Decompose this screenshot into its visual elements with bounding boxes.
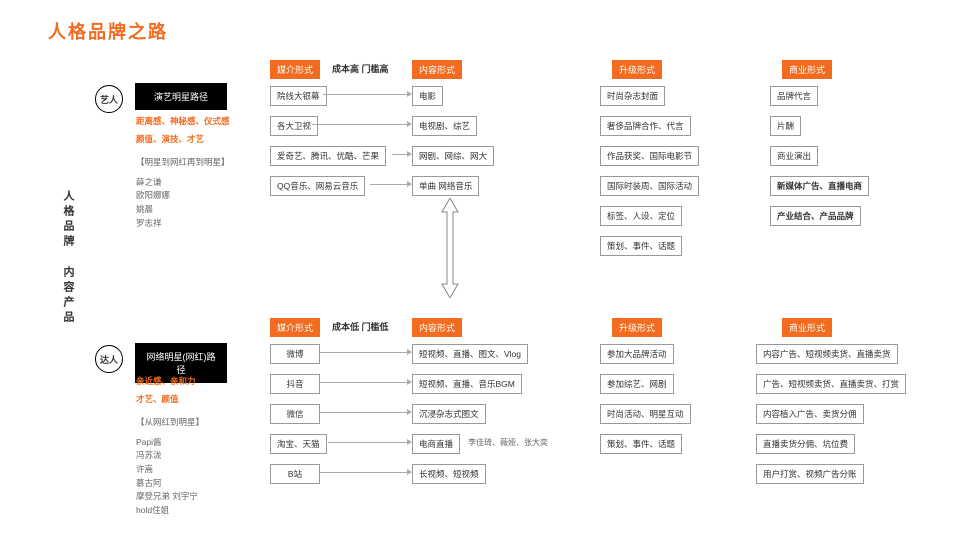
tc3: 单曲 网络音乐: [412, 176, 479, 196]
top-name-0: 薛之谦: [136, 176, 230, 190]
tu2: 作品获奖、国际电影节: [600, 146, 699, 166]
tu4: 标签、人设、定位: [600, 206, 682, 226]
tb0: 品牌代言: [770, 86, 818, 106]
tm3: QQ音乐、网易云音乐: [270, 176, 365, 196]
bm2: 微信: [270, 404, 320, 424]
circle-artist: 艺人: [95, 85, 123, 113]
bb1: 广告、短视频卖货、直播卖货、打赏: [756, 374, 906, 394]
top-desc: 距离感、神秘感、仪式感 颜值、演技、才艺 【明星到网红再到明星】 薛之谦 欧阳娜…: [136, 115, 230, 230]
bot-name-2: 许嵩: [136, 463, 204, 477]
bb2: 内容植入广告、卖货分佣: [756, 404, 864, 424]
bc3: 电商直播: [412, 434, 460, 454]
top-desc-gray: 【明星到网红再到明星】: [136, 156, 230, 170]
tc2: 网剧、网综、网大: [412, 146, 494, 166]
tc1: 电视剧、综艺: [412, 116, 477, 136]
tm1: 各大卫视: [270, 116, 318, 136]
bu2: 时尚活动、明星互动: [600, 404, 691, 424]
bc2: 沉浸杂志式图文: [412, 404, 486, 424]
bot-name-4: 摩登兄弟 刘宇宁: [136, 490, 204, 504]
tu5: 策划、事件、话题: [600, 236, 682, 256]
hdr-content-top: 内容形式: [412, 60, 462, 79]
top-name-2: 姚晨: [136, 203, 230, 217]
bot-desc-o1: 亲近感、亲和力: [136, 375, 204, 389]
bot-name-0: Papi酱: [136, 436, 204, 450]
bot-name-3: 慕古阿: [136, 477, 204, 491]
top-name-3: 罗志祥: [136, 217, 230, 231]
hdr-content-bot: 内容形式: [412, 318, 462, 337]
tb3: 新媒体广告、直播电商: [770, 176, 869, 196]
bm0: 微博: [270, 344, 320, 364]
hdr-biz-top: 商业形式: [782, 60, 832, 79]
tc0: 电影: [412, 86, 443, 106]
bu3: 策划、事件、话题: [600, 434, 682, 454]
bot-desc-gray: 【从网红到明星】: [136, 416, 204, 430]
bm1: 抖音: [270, 374, 320, 394]
bc1: 短视频、直播、音乐BGM: [412, 374, 522, 394]
hdr-media-top: 媒介形式: [270, 60, 320, 79]
hdr-biz-bot: 商业形式: [782, 318, 832, 337]
bm3: 淘宝、天猫: [270, 434, 327, 454]
tb4: 产业结合、产品品牌: [770, 206, 861, 226]
tb1: 片酬: [770, 116, 801, 136]
bu0: 参加大品牌活动: [600, 344, 674, 364]
top-desc-o2: 颜值、演技、才艺: [136, 133, 230, 147]
top-desc-o1: 距离感、神秘感、仪式感: [136, 115, 230, 129]
bb3: 直播卖货分佣、坑位费: [756, 434, 855, 454]
double-arrow-icon: [438, 198, 462, 298]
page-title: 人格品牌之路: [48, 18, 168, 44]
bot-desc-o2: 才艺、颜值: [136, 393, 204, 407]
tm2: 爱奇艺、腾讯、优酷、芒果: [270, 146, 386, 166]
circle-talent: 达人: [95, 345, 123, 373]
top-name-1: 欧阳娜娜: [136, 189, 230, 203]
bc3-note: 李佳琦、薇娅、张大奕: [468, 437, 548, 448]
bb4: 用户打赏、视频广告分账: [756, 464, 864, 484]
cost-low: 成本低 门槛低: [332, 320, 389, 333]
hdr-media-bot: 媒介形式: [270, 318, 320, 337]
hdr-upgrade-bot: 升级形式: [612, 318, 662, 337]
blackbox-star-path: 演艺明星路径: [135, 83, 227, 110]
bc4: 长视频、短视频: [412, 464, 486, 484]
bu1: 参加综艺、网剧: [600, 374, 674, 394]
bm4: B站: [270, 464, 320, 484]
tu1: 奢侈品牌合作、代言: [600, 116, 691, 136]
tb2: 商业演出: [770, 146, 818, 166]
bc0: 短视频、直播、图文、Vlog: [412, 344, 528, 364]
tu0: 时尚杂志封面: [600, 86, 665, 106]
bb0: 内容广告、短视频卖货、直播卖货: [756, 344, 898, 364]
vertical-label: 人格品牌 内容产品: [60, 190, 76, 326]
bot-name-1: 冯苏泷: [136, 449, 204, 463]
bot-name-5: hold住姐: [136, 504, 204, 518]
hdr-upgrade-top: 升级形式: [612, 60, 662, 79]
cost-high: 成本高 门槛高: [332, 62, 389, 75]
bottom-desc: 亲近感、亲和力 才艺、颜值 【从网红到明星】 Papi酱 冯苏泷 许嵩 慕古阿 …: [136, 375, 204, 517]
tu3: 国际时装周、国际活动: [600, 176, 699, 196]
tm0: 院线大银幕: [270, 86, 327, 106]
